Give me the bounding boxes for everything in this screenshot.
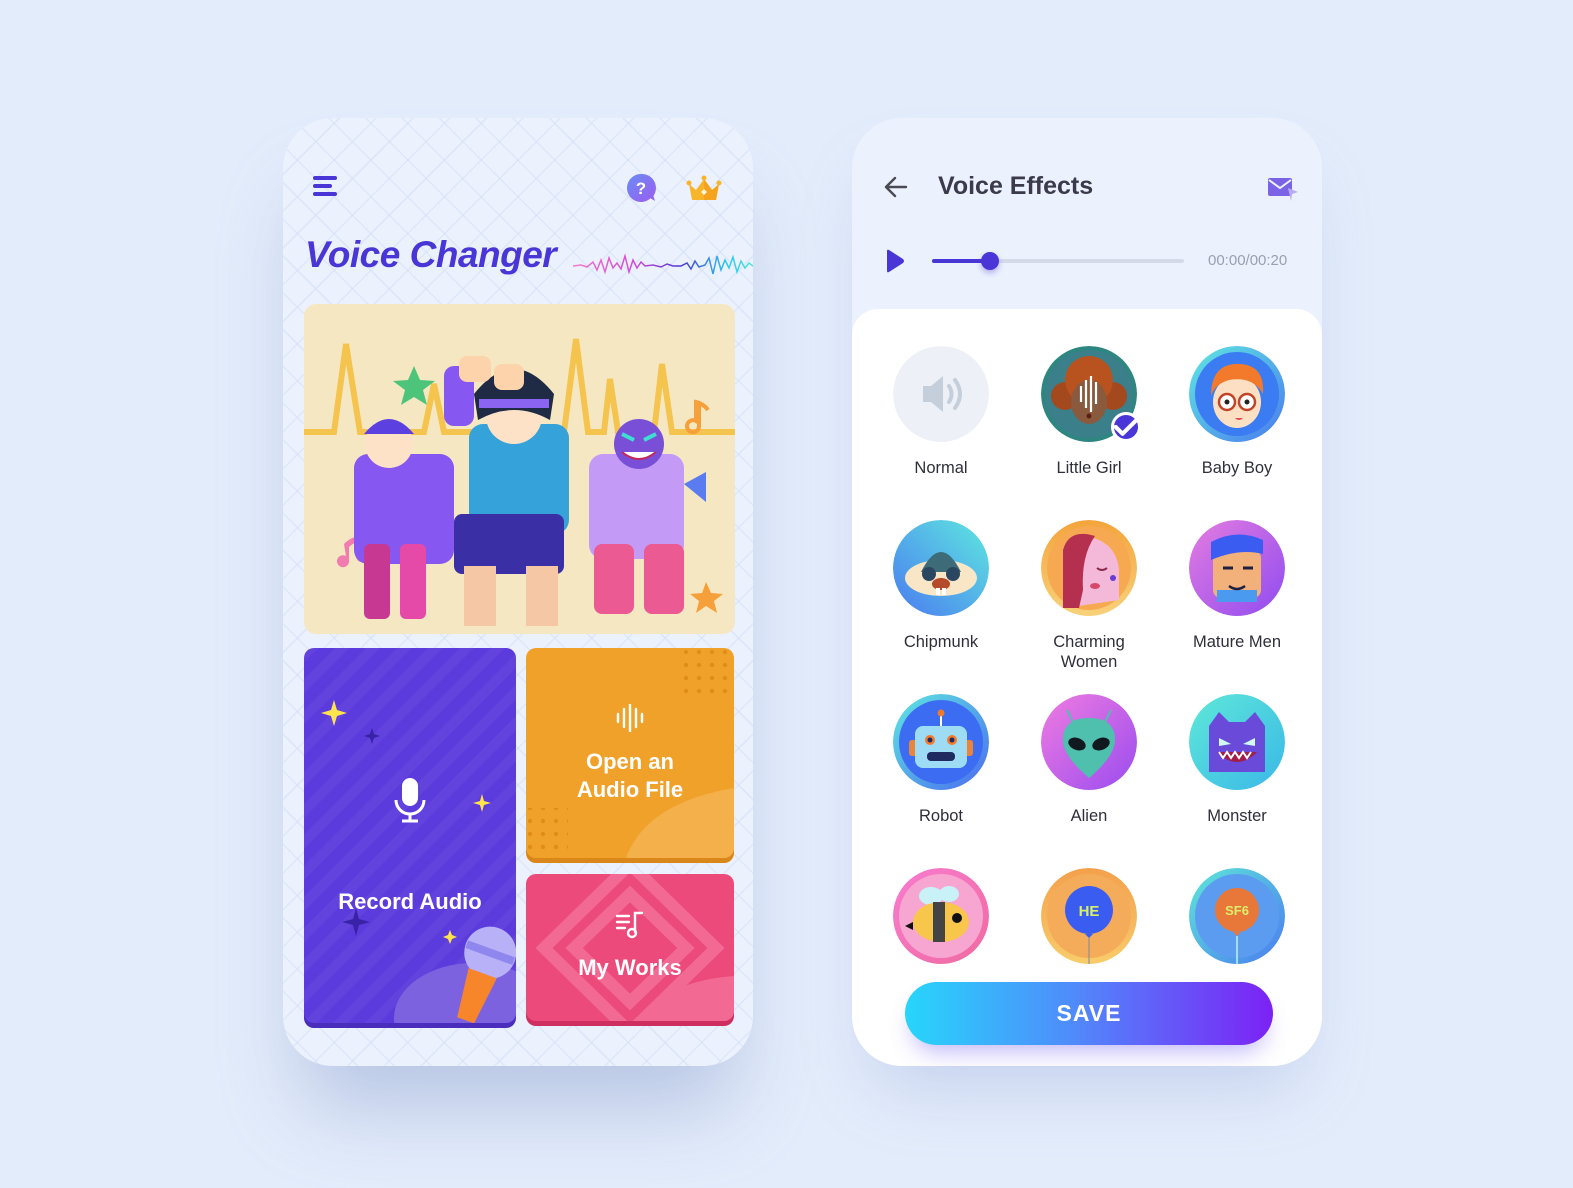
play-icon: [887, 249, 904, 273]
my-works-tile[interactable]: My Works: [526, 874, 734, 1021]
back-button[interactable]: [882, 174, 910, 200]
bee-avatar: [893, 868, 989, 964]
microphone-icon: [394, 778, 426, 823]
music-list-icon: [615, 911, 644, 939]
open-audio-file-tile[interactable]: Open an Audio File: [526, 648, 734, 858]
help-button[interactable]: ?: [625, 172, 657, 204]
effect-bee[interactable]: [871, 868, 1011, 980]
record-audio-label: Record Audio: [338, 889, 482, 914]
effect-alien[interactable]: Alien: [1019, 694, 1159, 826]
home-screen: ? Voice Changer Record Audio Open an Aud…: [283, 118, 753, 1066]
effect-robot[interactable]: Robot: [871, 694, 1011, 826]
screen-title: Voice Effects: [938, 172, 1094, 200]
crown-icon: [686, 175, 722, 200]
baby-boy-avatar: [1189, 346, 1285, 442]
mature-man-avatar: [1189, 520, 1285, 616]
effect-normal[interactable]: Normal: [871, 346, 1011, 478]
progress-thumb[interactable]: [980, 252, 999, 270]
effect-helium[interactable]: HE: [1019, 868, 1159, 980]
monster-avatar: [1189, 694, 1285, 790]
waveform-decoration: [573, 253, 753, 275]
open-audio-file-label: Open an Audio File: [576, 749, 684, 802]
dancing-singers-illustration: [304, 338, 735, 626]
speaker-icon: [893, 346, 989, 442]
my-works-label: My Works: [578, 955, 682, 980]
share-button[interactable]: [1266, 174, 1300, 202]
hero-illustration: [304, 304, 735, 634]
voice-effects-screen: Voice Effects 00:00/00:20 Normal Little …: [852, 118, 1322, 1066]
hamburger-menu-icon: [313, 176, 337, 180]
help-question-icon: ?: [627, 173, 656, 202]
waveform-icon: [616, 704, 644, 732]
charming-woman-avatar: [1041, 520, 1137, 616]
effect-chipmunk[interactable]: Chipmunk: [871, 520, 1011, 652]
effect-little-girl[interactable]: Little Girl: [1019, 346, 1159, 478]
svg-text:?: ?: [636, 179, 646, 198]
effect-baby-boy[interactable]: Baby Boy: [1167, 346, 1307, 478]
play-button[interactable]: [884, 248, 906, 274]
selected-check-icon: [1111, 412, 1141, 442]
effect-charming-women[interactable]: Charming Women: [1019, 520, 1159, 672]
progress-slider[interactable]: [932, 252, 1184, 270]
sf6-balloon-avatar: SF6: [1189, 868, 1285, 964]
robot-avatar: [893, 694, 989, 790]
app-title: Voice Changer: [305, 234, 557, 275]
alien-avatar: [1041, 694, 1137, 790]
effect-mature-men[interactable]: Mature Men: [1167, 520, 1307, 652]
premium-button[interactable]: [685, 174, 723, 204]
save-button[interactable]: SAVE: [905, 982, 1273, 1045]
chipmunk-avatar: [893, 520, 989, 616]
effect-sf6[interactable]: SF6: [1167, 868, 1307, 980]
time-readout: 00:00/00:20: [1208, 252, 1288, 269]
menu-button[interactable]: [313, 176, 337, 200]
svg-text:HE: HE: [1079, 903, 1100, 920]
sparkle-decoration: [321, 700, 516, 1023]
record-audio-tile[interactable]: Record Audio: [304, 648, 516, 1023]
effect-monster[interactable]: Monster: [1167, 694, 1307, 826]
effects-grid: Normal Little Girl Baby Boy Chipmunk Cha…: [852, 309, 1322, 1066]
mail-send-icon: [1268, 178, 1298, 201]
helium-balloon-avatar: HE: [1041, 868, 1137, 964]
svg-text:SF6: SF6: [1225, 903, 1249, 918]
arrow-left-icon: [884, 176, 908, 198]
diamond-pattern-decoration: [535, 874, 734, 1021]
